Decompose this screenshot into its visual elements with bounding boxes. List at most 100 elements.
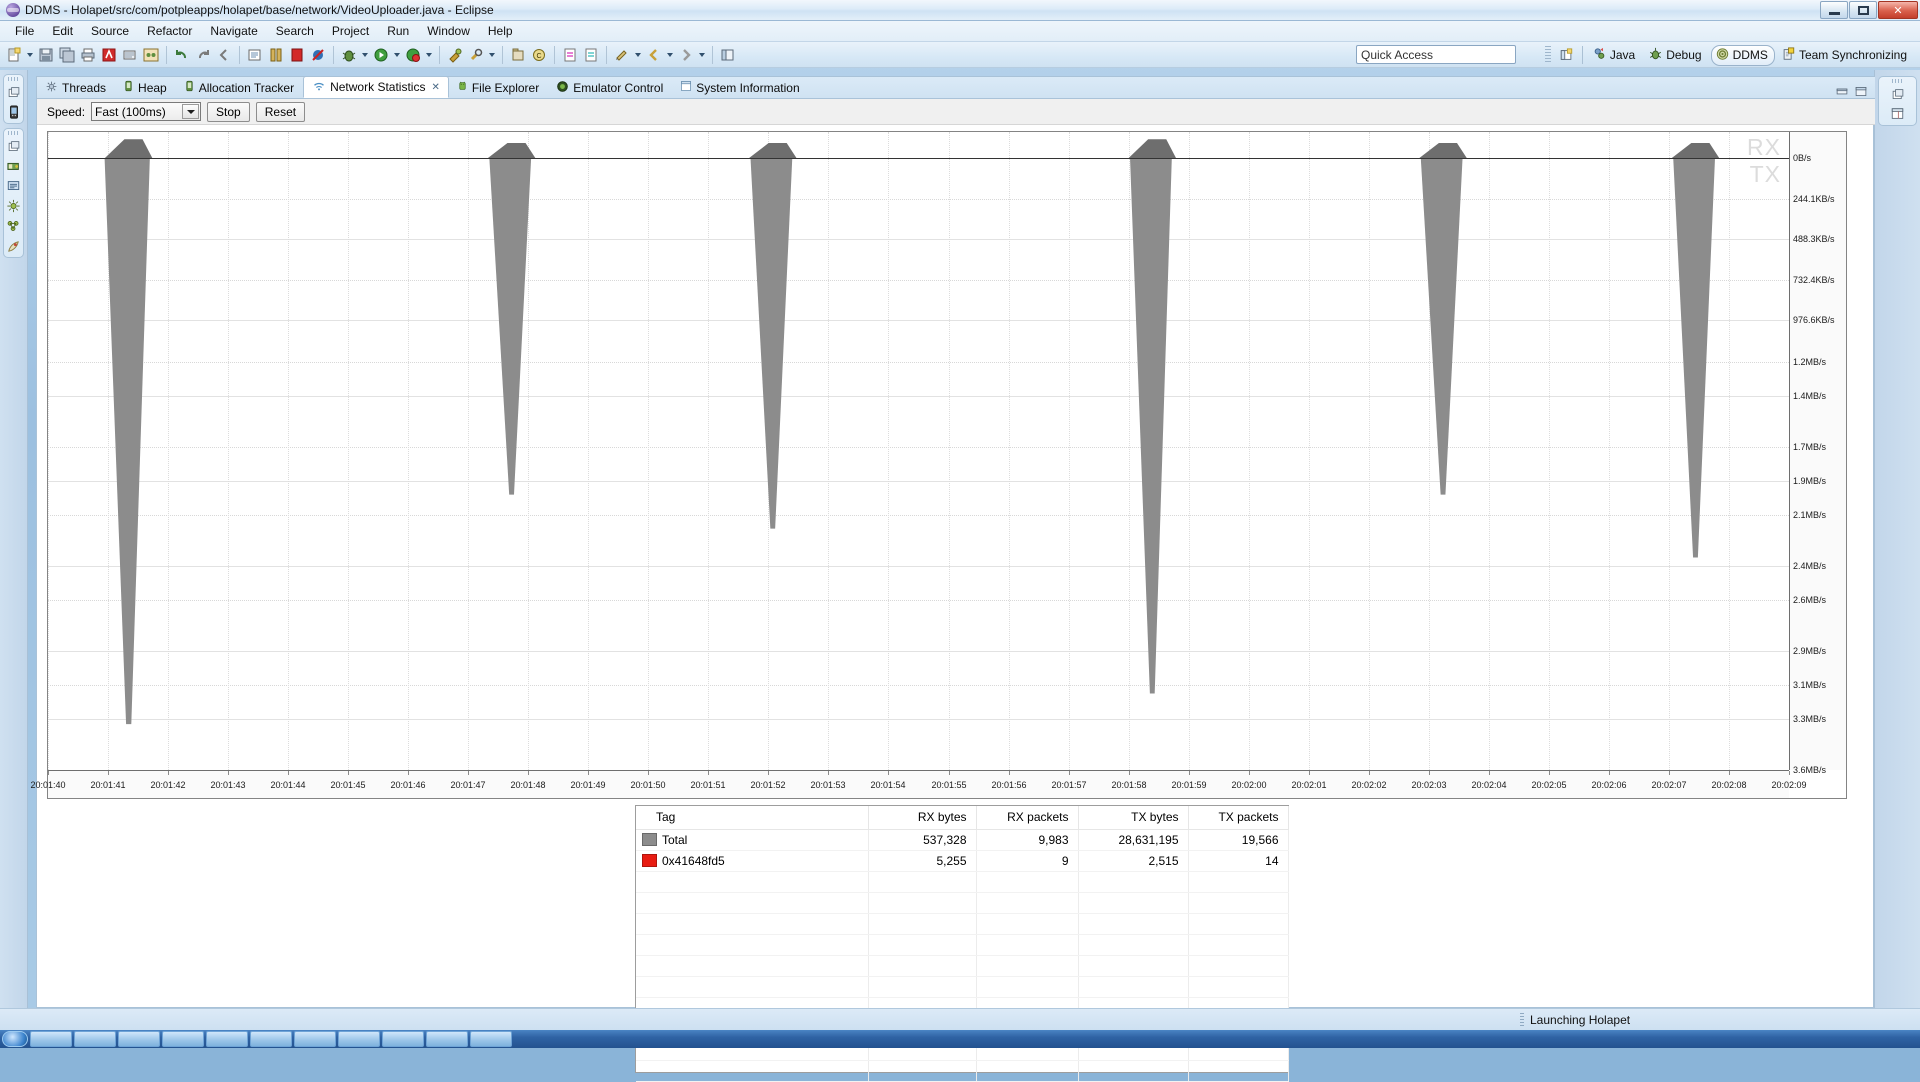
forward-arrow-icon[interactable] (676, 45, 696, 65)
column-header-tag[interactable]: Tag (636, 806, 869, 830)
menu-item-refactor[interactable]: Refactor (138, 22, 201, 40)
chevron-down-icon[interactable] (392, 45, 402, 65)
taskbar-item[interactable] (30, 1031, 72, 1047)
taskbar-item[interactable] (294, 1031, 336, 1047)
undo-icon[interactable] (172, 45, 192, 65)
outline-view-icon[interactable] (1889, 105, 1907, 123)
perspective-debug[interactable]: Debug (1644, 45, 1708, 66)
column-header-rx-bytes[interactable]: RX bytes (868, 806, 977, 830)
tab-threads[interactable]: Threads (37, 77, 115, 98)
speed-select[interactable]: Fast (100ms) (91, 102, 202, 121)
chevron-down-icon[interactable] (633, 45, 643, 65)
tab-file-explorer[interactable]: File Explorer (449, 77, 548, 98)
close-button[interactable]: ✕ (1878, 1, 1918, 19)
previous-annotation-icon[interactable] (581, 45, 601, 65)
table-row[interactable]: 0x41648fd5 5,255 9 2,515 14 (636, 850, 1289, 872)
last-edit-icon[interactable] (612, 45, 632, 65)
taskbar-item[interactable] (338, 1031, 380, 1047)
taskbar-item[interactable] (470, 1031, 512, 1047)
console-view-icon[interactable] (5, 177, 23, 195)
search-icon[interactable] (466, 45, 486, 65)
reset-button[interactable]: Reset (255, 101, 306, 122)
debug-bug-icon[interactable] (339, 45, 359, 65)
maximize-button[interactable] (1849, 1, 1877, 19)
menu-item-project[interactable]: Project (323, 22, 378, 40)
menu-item-edit[interactable]: Edit (43, 22, 82, 40)
print-icon[interactable] (78, 45, 98, 65)
android-avd-icon[interactable] (120, 45, 140, 65)
taskbar-item[interactable] (250, 1031, 292, 1047)
table-row[interactable]: Total 537,328 9,983 28,631,195 19,566 (636, 829, 1289, 851)
minimize-icon[interactable] (1835, 85, 1849, 98)
profile-icon[interactable] (403, 45, 423, 65)
chevron-down-icon[interactable] (182, 104, 200, 119)
open-perspective-button[interactable] (1557, 45, 1577, 65)
maximize-icon[interactable] (1854, 85, 1868, 98)
restore-view-icon[interactable] (5, 137, 23, 155)
taskbar-item[interactable] (74, 1031, 116, 1047)
save-all-icon[interactable] (57, 45, 77, 65)
heap-view-icon[interactable] (5, 217, 23, 235)
start-button[interactable] (2, 1031, 28, 1047)
tab-emulator-control[interactable]: Emulator Control (548, 77, 672, 98)
next-annotation-icon[interactable] (560, 45, 580, 65)
save-icon[interactable] (36, 45, 56, 65)
fastview-grip[interactable] (7, 131, 20, 135)
open-type-icon[interactable] (245, 45, 265, 65)
menu-item-navigate[interactable]: Navigate (201, 22, 266, 40)
menu-item-help[interactable]: Help (479, 22, 522, 40)
minimize-button[interactable] (1820, 1, 1848, 19)
open-perspective-icon[interactable] (718, 45, 738, 65)
ddms-icon[interactable] (141, 45, 161, 65)
fastview-grip[interactable] (7, 77, 20, 81)
menu-item-window[interactable]: Window (418, 22, 479, 40)
chevron-down-icon[interactable] (424, 45, 434, 65)
column-header-tx-bytes[interactable]: TX bytes (1078, 806, 1189, 830)
taskbar-item[interactable] (426, 1031, 468, 1047)
perspective-team-sync[interactable]: Team Synchronizing (1777, 45, 1914, 66)
menu-item-file[interactable]: File (6, 22, 43, 40)
threads-view-icon[interactable] (5, 197, 23, 215)
skip-breakpoints-icon[interactable] (308, 45, 328, 65)
breakpoint-icon[interactable] (287, 45, 307, 65)
perspective-bar-grip[interactable] (1544, 46, 1551, 64)
tab-network-statistics[interactable]: Network Statistics ✕ (303, 76, 449, 98)
new-document-icon[interactable] (4, 45, 24, 65)
quick-access-input[interactable]: Quick Access (1356, 45, 1516, 64)
external-tools-icon[interactable] (445, 45, 465, 65)
taskbar-item[interactable] (118, 1031, 160, 1047)
restore-view-icon[interactable] (5, 83, 23, 101)
close-icon[interactable]: ✕ (431, 82, 439, 93)
chevron-down-icon[interactable] (487, 45, 497, 65)
taskbar-item[interactable] (206, 1031, 248, 1047)
chevron-down-icon[interactable] (697, 45, 707, 65)
package-icon[interactable] (508, 45, 528, 65)
perspective-ddms[interactable]: DDMS (1710, 44, 1775, 66)
devices-view-icon[interactable] (5, 103, 23, 121)
android-sdk-icon[interactable] (99, 45, 119, 65)
menu-item-search[interactable]: Search (267, 22, 323, 40)
java-class-icon[interactable]: C (529, 45, 549, 65)
logcat-view-icon[interactable] (5, 157, 23, 175)
fastview-grip[interactable] (1891, 79, 1904, 83)
run-play-icon[interactable] (371, 45, 391, 65)
restore-view-icon[interactable] (1889, 85, 1907, 103)
back-icon[interactable] (214, 45, 234, 65)
taskbar-item[interactable] (382, 1031, 424, 1047)
perspective-java[interactable]: Java (1588, 45, 1642, 66)
stop-button[interactable]: Stop (207, 101, 250, 122)
tab-allocation-tracker[interactable]: Allocation Tracker (176, 77, 303, 98)
network-chart-plot[interactable]: RX TX (48, 132, 1789, 770)
allocation-tracker-icon[interactable] (5, 237, 23, 255)
tab-heap[interactable]: Heap (115, 77, 176, 98)
chevron-down-icon[interactable] (360, 45, 370, 65)
chevron-down-icon[interactable] (25, 45, 35, 65)
menu-item-source[interactable]: Source (82, 22, 138, 40)
tab-system-information[interactable]: System Information (672, 77, 808, 98)
back-arrow-icon[interactable] (644, 45, 664, 65)
column-header-tx-packets[interactable]: TX packets (1188, 806, 1289, 830)
chevron-down-icon[interactable] (665, 45, 675, 65)
redo-icon[interactable] (193, 45, 213, 65)
taskbar-item[interactable] (162, 1031, 204, 1047)
menu-item-run[interactable]: Run (378, 22, 418, 40)
